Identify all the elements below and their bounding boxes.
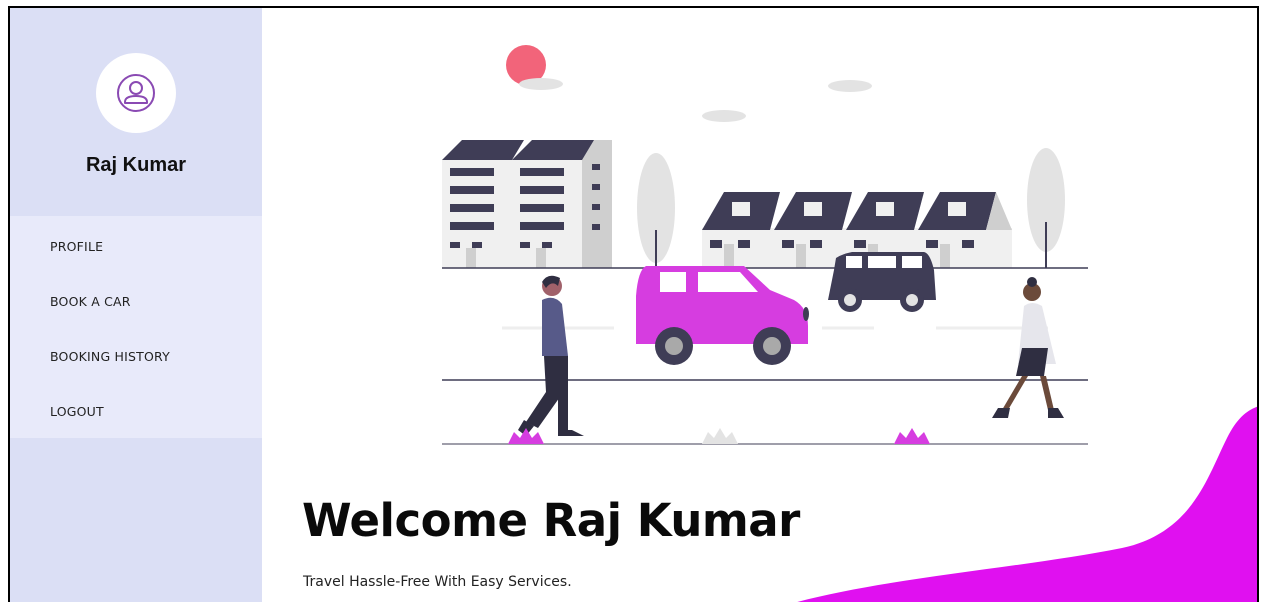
user-name: Raj Kumar bbox=[85, 154, 187, 176]
main-content: Welcome Raj Kumar Travel Hassle-Free Wit… bbox=[262, 8, 1257, 602]
user-outline-icon bbox=[117, 74, 155, 112]
city-street-illustration bbox=[442, 45, 1088, 445]
sidebar-item-profile[interactable]: PROFILE bbox=[50, 239, 103, 254]
grass-icon bbox=[508, 428, 544, 444]
sidebar-item-booking-history[interactable]: BOOKING HISTORY bbox=[50, 349, 170, 364]
avatar bbox=[96, 53, 176, 133]
pink-car-icon bbox=[636, 266, 809, 365]
tree-icon bbox=[637, 153, 675, 268]
walking-woman-icon bbox=[992, 277, 1064, 418]
app-window: Raj Kumar PROFILE BOOK A CAR BOOKING HIS… bbox=[8, 6, 1259, 602]
welcome-heading: Welcome Raj Kumar bbox=[302, 494, 800, 547]
tree-icon bbox=[1027, 148, 1065, 268]
dark-car-icon bbox=[828, 252, 936, 312]
walking-man-icon bbox=[518, 275, 584, 436]
cloud-icon bbox=[519, 78, 563, 90]
sidebar-nav: PROFILE BOOK A CAR BOOKING HISTORY LOGOU… bbox=[10, 216, 262, 438]
sidebar: Raj Kumar PROFILE BOOK A CAR BOOKING HIS… bbox=[10, 8, 262, 602]
grass-icon bbox=[702, 428, 738, 444]
sidebar-item-logout[interactable]: LOGOUT bbox=[50, 404, 104, 419]
tagline: Travel Hassle-Free With Easy Services. bbox=[303, 574, 572, 590]
grass-icon bbox=[894, 428, 930, 444]
profile-panel: Raj Kumar bbox=[10, 8, 262, 216]
cloud-icon bbox=[702, 110, 746, 122]
apartment-building-icon bbox=[442, 140, 612, 268]
sidebar-item-book-a-car[interactable]: BOOK A CAR bbox=[50, 294, 131, 309]
cloud-icon bbox=[828, 80, 872, 92]
